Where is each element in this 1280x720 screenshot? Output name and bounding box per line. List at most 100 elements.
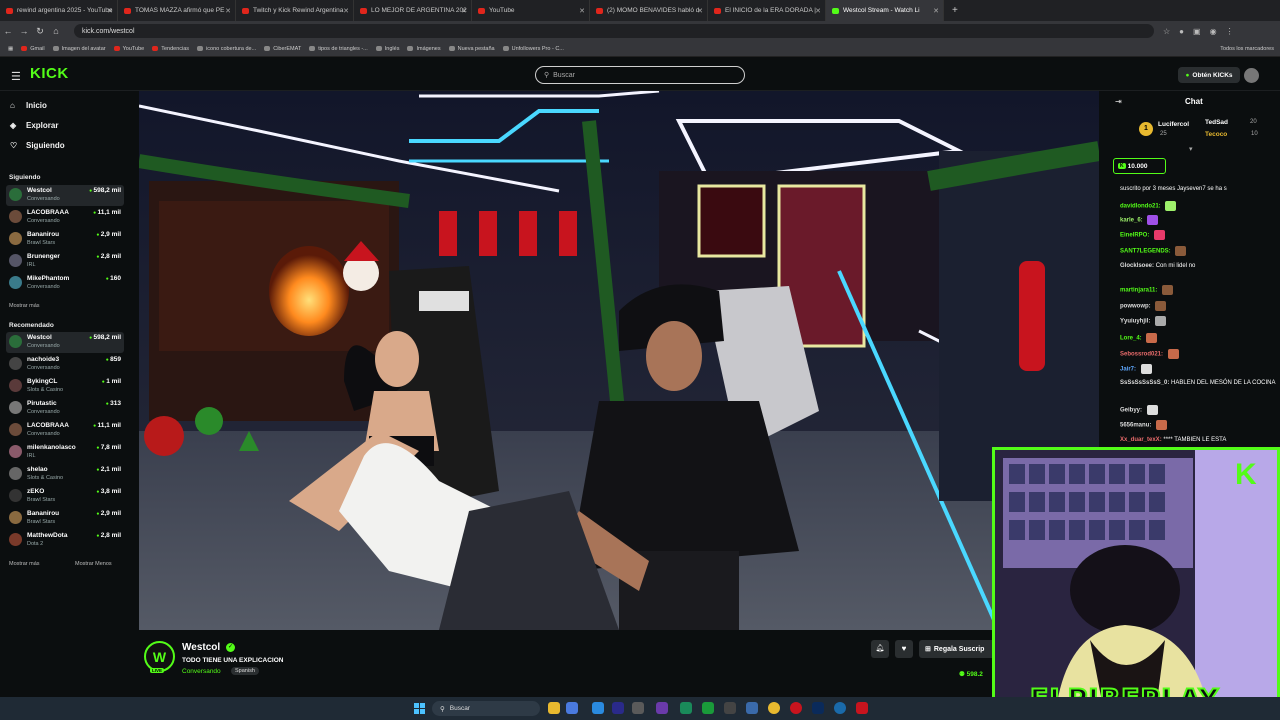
opera-icon[interactable] [790,702,802,714]
channel-item[interactable]: zEKO Brawl Stars 3,8 mil [6,486,124,507]
app-purple-icon[interactable] [656,702,668,714]
back-arrow-icon[interactable]: ← [0,26,16,36]
reload-icon[interactable]: ↻ [32,26,48,37]
leader-name[interactable]: TedSad [1205,119,1228,126]
chat-username[interactable]: Lore_4: [1120,336,1142,342]
bookmark-item[interactable]: tipos de triangles -... [309,46,368,52]
leader-name[interactable]: Tecoco [1205,131,1227,138]
chat-username[interactable]: SANT7LEGENDS: [1120,249,1171,255]
chrome-icon[interactable] [768,702,780,714]
gift-subscription-button[interactable]: ⊞ Regala Suscrip [919,640,999,658]
bookmark-item[interactable]: Imágenes [407,46,441,52]
app-icon[interactable] [724,702,736,714]
channel-item[interactable]: milenkanolasco IRL 7,8 mil [6,442,124,463]
browser-tab[interactable]: YouTube ✕ [472,0,590,21]
nav-inicio[interactable]: ⌂ Inicio [10,101,47,110]
channel-item[interactable]: nachoide3 Conversando 859 [6,354,124,375]
channel-item[interactable]: Westcol Conversando 598,2 mil [6,185,124,206]
chat-username[interactable]: Glocklsoee: [1120,263,1154,269]
browser-tab[interactable]: rewind argentina 2025 - YouTube ✕ [0,0,118,21]
close-tab-icon[interactable]: ✕ [579,7,585,15]
channel-item[interactable]: Pirutastic Conversando 313 [6,398,124,419]
nav-explorar[interactable]: ◈ Explorar [10,121,58,130]
browser-tab[interactable]: LO MEJOR DE ARGENTINA 202 ✕ [354,0,472,21]
app-icon[interactable] [632,702,644,714]
chat-username[interactable]: Geibyy: [1120,408,1142,414]
all-bookmarks-link[interactable]: Todos los marcadores [1220,46,1274,52]
bookmark-item[interactable]: icono cobertura de... [197,46,256,52]
notification-bell-button[interactable]: 🔔︎ [871,640,889,658]
profile-icon[interactable]: ◉ [1210,27,1217,36]
channel-item[interactable]: MatthewDota Dota 2 2,8 mil [6,530,124,551]
extension-icon[interactable]: ● [1179,27,1184,36]
chat-username[interactable]: Sebossrod021: [1120,352,1163,358]
chat-username[interactable]: SsSsSsSsSsS_0: [1120,380,1169,386]
channel-item[interactable]: Bananirou Brawl Stars 2,9 mil [6,508,124,529]
collapse-chat-icon[interactable]: ⇥ [1115,97,1122,106]
puzzle-icon[interactable]: ▣ [1193,27,1201,36]
home-icon[interactable]: ⌂ [48,26,64,36]
bookmark-item[interactable]: Gmail [21,46,45,52]
app-red-icon[interactable] [856,702,868,714]
file-explorer-icon[interactable] [548,702,560,714]
streamer-name[interactable]: Westcol [182,642,220,653]
bookmark-item[interactable]: CiberEMAT [264,46,301,52]
language-tag[interactable]: Spanish [231,667,259,675]
stream-category[interactable]: Conversando [182,668,221,675]
browser-tab-active[interactable]: Westcol Stream - Watch Li ✕ [826,0,944,21]
channel-item[interactable]: LACOBRAAA Conversando 11,1 mil [6,420,124,441]
channel-item[interactable]: Brunenger IRL 2,8 mil [6,251,124,272]
browser-tab[interactable]: TOMAS MAZZA afirmó que PE ✕ [118,0,236,21]
chat-username[interactable]: Jair7: [1120,367,1136,373]
app-v-icon[interactable] [612,702,624,714]
chat-username[interactable]: Xx_duar_texX: [1120,437,1162,443]
store-icon[interactable] [592,702,604,714]
chevron-down-icon[interactable]: ▾ [1189,145,1193,153]
chat-username[interactable]: karle_6: [1120,218,1143,224]
apps-grid-icon[interactable]: ▦ [8,46,13,52]
xbox-icon[interactable] [680,702,692,714]
browser-tab[interactable]: El INICIO de la ERA DORADA | ✕ [708,0,826,21]
excel-icon[interactable] [702,702,714,714]
close-tab-icon[interactable]: ✕ [815,7,821,15]
chat-username[interactable]: davidlondo21: [1120,204,1161,210]
close-tab-icon[interactable]: ✕ [461,7,467,15]
windows-start-icon[interactable] [414,703,425,714]
nav-siguiendo[interactable]: ♡ Siguiendo [10,141,65,150]
close-tab-icon[interactable]: ✕ [107,7,113,15]
channel-item[interactable]: MikePhantom Conversando 160 [6,273,124,294]
follow-heart-button[interactable]: ♥ [895,640,913,658]
new-tab-button[interactable]: + [952,5,958,16]
bookmark-item[interactable]: Inglés [375,46,399,52]
channel-item[interactable]: Bananirou Brawl Stars 2,9 mil [6,229,124,250]
get-kicks-button[interactable]: ● Obtén KICKs [1178,67,1240,83]
show-more-recommended[interactable]: Mostrar más [9,561,40,567]
chat-username[interactable]: powwowp: [1120,304,1151,310]
browser-tab[interactable]: Twitch y Kick Rewind Argentina ✕ [236,0,354,21]
mail-icon[interactable] [566,702,578,714]
video-player[interactable] [139,91,1099,630]
chat-username[interactable]: 5656manu: [1120,423,1151,429]
taskbar-search[interactable]: ⚲ Buscar [432,701,540,716]
user-avatar[interactable] [1244,68,1259,83]
chat-username[interactable]: martinjara11: [1120,288,1157,294]
leader-name[interactable]: Lucifercol [1158,121,1189,128]
show-less-recommended[interactable]: Mostrar Menos [75,561,112,567]
app-icon[interactable] [746,702,758,714]
forward-arrow-icon[interactable]: → [16,26,32,36]
channel-item[interactable]: BykingCL Slots & Casino 1 mil [6,376,124,397]
pinned-kicks-pill[interactable]: K 10.000 [1113,158,1166,174]
search-input[interactable]: ⚲ Buscar [535,66,745,84]
kick-logo[interactable]: KICK [30,65,69,82]
bookmark-star-icon[interactable]: ☆ [1163,27,1170,36]
channel-item[interactable]: shelao Slots & Casino 2,1 mil [6,464,124,485]
close-tab-icon[interactable]: ✕ [933,7,939,15]
close-tab-icon[interactable]: ✕ [697,7,703,15]
channel-item[interactable]: Westcol Conversando 598,2 mil [6,332,124,353]
close-tab-icon[interactable]: ✕ [225,7,231,15]
bookmark-item[interactable]: Tendencias [152,46,189,52]
chat-username[interactable]: EinelRPO: [1120,233,1149,239]
chat-username[interactable]: Yyuiuyhjil: [1120,319,1150,325]
show-more-following[interactable]: Mostrar más [9,303,40,309]
url-input[interactable]: kick.com/westcol [74,24,1154,38]
